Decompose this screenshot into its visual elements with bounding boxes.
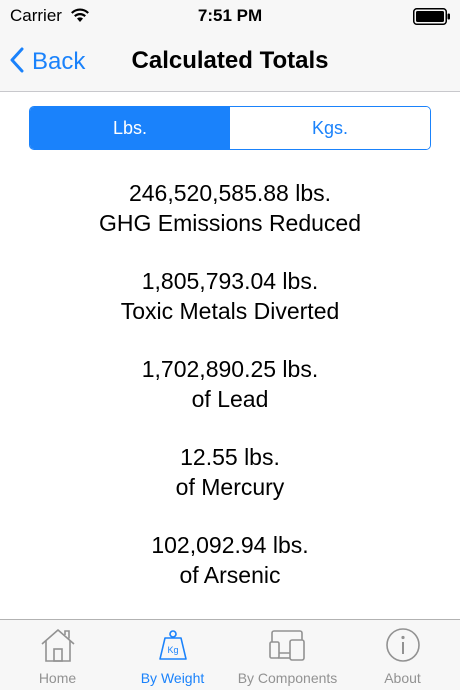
battery-icon xyxy=(413,8,451,30)
tab-label: Home xyxy=(38,670,77,686)
total-label: of Arsenic xyxy=(179,562,281,588)
segment-lbs[interactable]: Lbs. xyxy=(30,107,230,149)
top-bar: Carrier 7:51 PM Back Calculated Totals xyxy=(0,0,460,92)
total-mercury: 12.55 lbs. of Mercury xyxy=(0,442,460,530)
total-value: 1,805,793.04 lbs. xyxy=(141,268,319,294)
tab-label: By Weight xyxy=(140,670,205,686)
tab-label: About xyxy=(384,670,421,686)
total-value: 1,702,890.25 lbs. xyxy=(141,356,319,382)
total-label: GHG Emissions Reduced xyxy=(98,210,362,236)
house-icon xyxy=(39,623,77,667)
page-title: Calculated Totals xyxy=(131,47,329,74)
total-label: of Lead xyxy=(191,386,269,412)
total-toxic-metals: 1,805,793.04 lbs. Toxic Metals Diverted xyxy=(0,266,460,354)
total-lead: 1,702,890.25 lbs. of Lead xyxy=(0,354,460,442)
weight-icon-text: Kg xyxy=(167,645,178,655)
navigation-bar: Back Calculated Totals xyxy=(0,32,460,92)
total-value: 12.55 lbs. xyxy=(180,444,280,470)
total-value: 102,092.94 lbs. xyxy=(151,532,309,558)
tab-label: By Components xyxy=(237,670,338,686)
tab-home[interactable]: Home xyxy=(0,620,115,690)
totals-list: 246,520,585.88 lbs. GHG Emissions Reduce… xyxy=(0,178,460,618)
unit-segmented-control: Lbs. Kgs. xyxy=(29,106,431,150)
total-label: Toxic Metals Diverted xyxy=(120,298,340,324)
info-icon xyxy=(385,623,421,667)
total-arsenic: 102,092.94 lbs. of Arsenic xyxy=(0,530,460,618)
tab-bar: Home Kg By Weight By Components About xyxy=(0,619,460,690)
total-ghg: 246,520,585.88 lbs. GHG Emissions Reduce… xyxy=(0,178,460,266)
total-label: of Mercury xyxy=(175,474,285,500)
total-value: 246,520,585.88 lbs. xyxy=(128,180,332,206)
tab-about[interactable]: About xyxy=(345,620,460,690)
tab-by-weight[interactable]: Kg By Weight xyxy=(115,620,230,690)
weight-icon: Kg xyxy=(158,623,188,667)
status-bar: Carrier 7:51 PM xyxy=(0,0,460,32)
status-time: 7:51 PM xyxy=(197,6,263,25)
segment-kgs[interactable]: Kgs. xyxy=(230,107,430,149)
tab-by-components[interactable]: By Components xyxy=(230,620,345,690)
devices-icon xyxy=(268,623,308,667)
